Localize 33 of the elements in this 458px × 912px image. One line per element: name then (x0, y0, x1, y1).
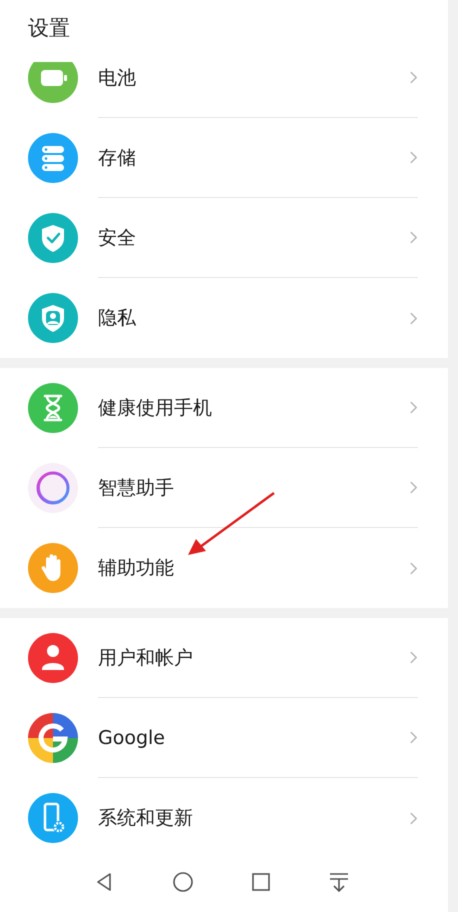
chevron-right-icon (409, 70, 418, 85)
page-title: 设置 (28, 16, 70, 40)
settings-item[interactable]: 隐私 (98, 305, 409, 331)
chevron-right-icon (409, 730, 418, 745)
settings-item[interactable]: 安全 (98, 224, 409, 250)
ring-icon (28, 463, 78, 513)
chevron-right-icon (409, 230, 418, 245)
chevron-right-icon (409, 560, 418, 576)
user-icon (28, 633, 78, 683)
home-icon[interactable] (171, 870, 195, 894)
google-icon (28, 713, 78, 763)
chevron-right-icon (409, 810, 418, 826)
shield-icon (28, 213, 78, 263)
settings-item[interactable]: 辅助功能 (98, 555, 409, 581)
chevron-right-icon (409, 310, 418, 326)
hand-icon (28, 543, 78, 593)
settings-item[interactable]: Google (98, 726, 409, 748)
settings-item[interactable]: 用户和帐户 (98, 644, 409, 670)
settings-item[interactable]: 系统和更新 (98, 805, 409, 831)
phone-gear-icon (28, 793, 78, 843)
storage-icon (28, 133, 78, 183)
chevron-right-icon (409, 150, 418, 165)
hourglass-icon (28, 383, 78, 433)
chevron-right-icon (409, 400, 418, 415)
settings-item[interactable]: 健康使用手机 (98, 394, 409, 420)
settings-item[interactable]: 电池 (98, 64, 409, 90)
chevron-right-icon (409, 650, 418, 665)
chevron-right-icon (409, 480, 418, 495)
shield-person-icon (28, 293, 78, 343)
pull-down-icon[interactable] (327, 870, 351, 894)
settings-item[interactable]: 存储 (98, 144, 409, 170)
recents-icon[interactable] (249, 870, 273, 894)
settings-item[interactable]: 智慧助手 (98, 474, 409, 500)
